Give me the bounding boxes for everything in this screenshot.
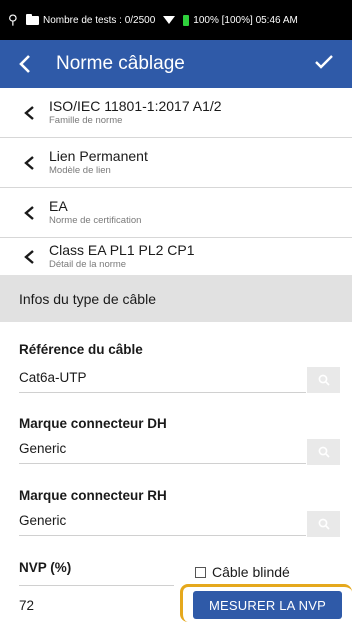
divider bbox=[19, 392, 306, 393]
page-title: Norme câblage bbox=[56, 53, 185, 74]
confirm-button[interactable] bbox=[314, 54, 334, 75]
cable-info-header: Infos du type de câble bbox=[0, 275, 352, 322]
divider bbox=[19, 463, 306, 464]
link-model-row[interactable]: Lien Permanent Modèle de lien bbox=[0, 138, 352, 188]
standard-family-caption: Famille de norme bbox=[49, 115, 123, 126]
link-model-value: Lien Permanent bbox=[49, 148, 148, 164]
divider bbox=[19, 585, 174, 586]
connector-rh-search-button[interactable] bbox=[307, 511, 340, 537]
standard-family-value: ISO/IEC 11801-1:2017 A1/2 bbox=[49, 98, 222, 114]
shielded-cable-toggle[interactable]: Câble blindé bbox=[195, 564, 290, 580]
connector-rh-value[interactable]: Generic bbox=[19, 513, 66, 528]
chevron-left-icon bbox=[23, 155, 37, 171]
measure-nvp-button[interactable]: MESURER LA NVP bbox=[193, 591, 342, 619]
chevron-left-icon bbox=[23, 105, 37, 121]
search-icon bbox=[318, 518, 330, 530]
standard-family-row[interactable]: ISO/IEC 11801-1:2017 A1/2 Famille de nor… bbox=[0, 88, 352, 138]
search-icon bbox=[318, 374, 330, 386]
standard-detail-row[interactable]: Class EA PL1 PL2 CP1 Détail de la norme bbox=[0, 238, 352, 275]
usb-icon: ⚲ bbox=[8, 12, 18, 27]
divider bbox=[19, 535, 306, 536]
connector-dh-value[interactable]: Generic bbox=[19, 441, 66, 456]
chevron-left-icon bbox=[23, 249, 37, 265]
connector-dh-search-button[interactable] bbox=[307, 439, 340, 465]
connector-rh-label: Marque connecteur RH bbox=[19, 488, 167, 503]
standard-detail-caption: Détail de la norme bbox=[49, 259, 127, 270]
chevron-left-icon bbox=[23, 205, 37, 221]
link-model-caption: Modèle de lien bbox=[49, 165, 111, 176]
status-bar: ⚲ Nombre de tests : 0/2500 100% [100%] 0… bbox=[0, 0, 352, 40]
tests-count: Nombre de tests : 0/2500 bbox=[43, 14, 156, 26]
chevron-left-icon bbox=[19, 55, 30, 73]
certification-standard-value: EA bbox=[49, 198, 68, 214]
shielded-cable-checkbox[interactable] bbox=[195, 566, 206, 578]
cable-reference-value[interactable]: Cat6a-UTP bbox=[19, 370, 87, 385]
search-icon bbox=[318, 446, 330, 458]
folder-icon bbox=[26, 13, 39, 25]
connector-dh-label: Marque connecteur DH bbox=[19, 416, 167, 431]
certification-standard-row[interactable]: EA Norme de certification bbox=[0, 188, 352, 238]
cable-reference-label: Référence du câble bbox=[19, 342, 143, 357]
app-bar: Norme câblage bbox=[0, 40, 352, 88]
nvp-value[interactable]: 72 bbox=[19, 598, 34, 613]
shielded-cable-label: Câble blindé bbox=[212, 564, 290, 580]
nvp-label: NVP (%) bbox=[19, 560, 72, 575]
back-button[interactable] bbox=[18, 54, 40, 74]
battery-icon bbox=[183, 14, 190, 26]
battery-and-time: 100% [100%] 05:46 AM bbox=[193, 14, 298, 26]
certification-standard-caption: Norme de certification bbox=[49, 215, 142, 226]
standard-detail-value: Class EA PL1 PL2 CP1 bbox=[49, 242, 195, 258]
wifi-icon bbox=[163, 16, 176, 24]
cable-reference-search-button[interactable] bbox=[307, 367, 340, 393]
check-icon bbox=[315, 54, 333, 69]
